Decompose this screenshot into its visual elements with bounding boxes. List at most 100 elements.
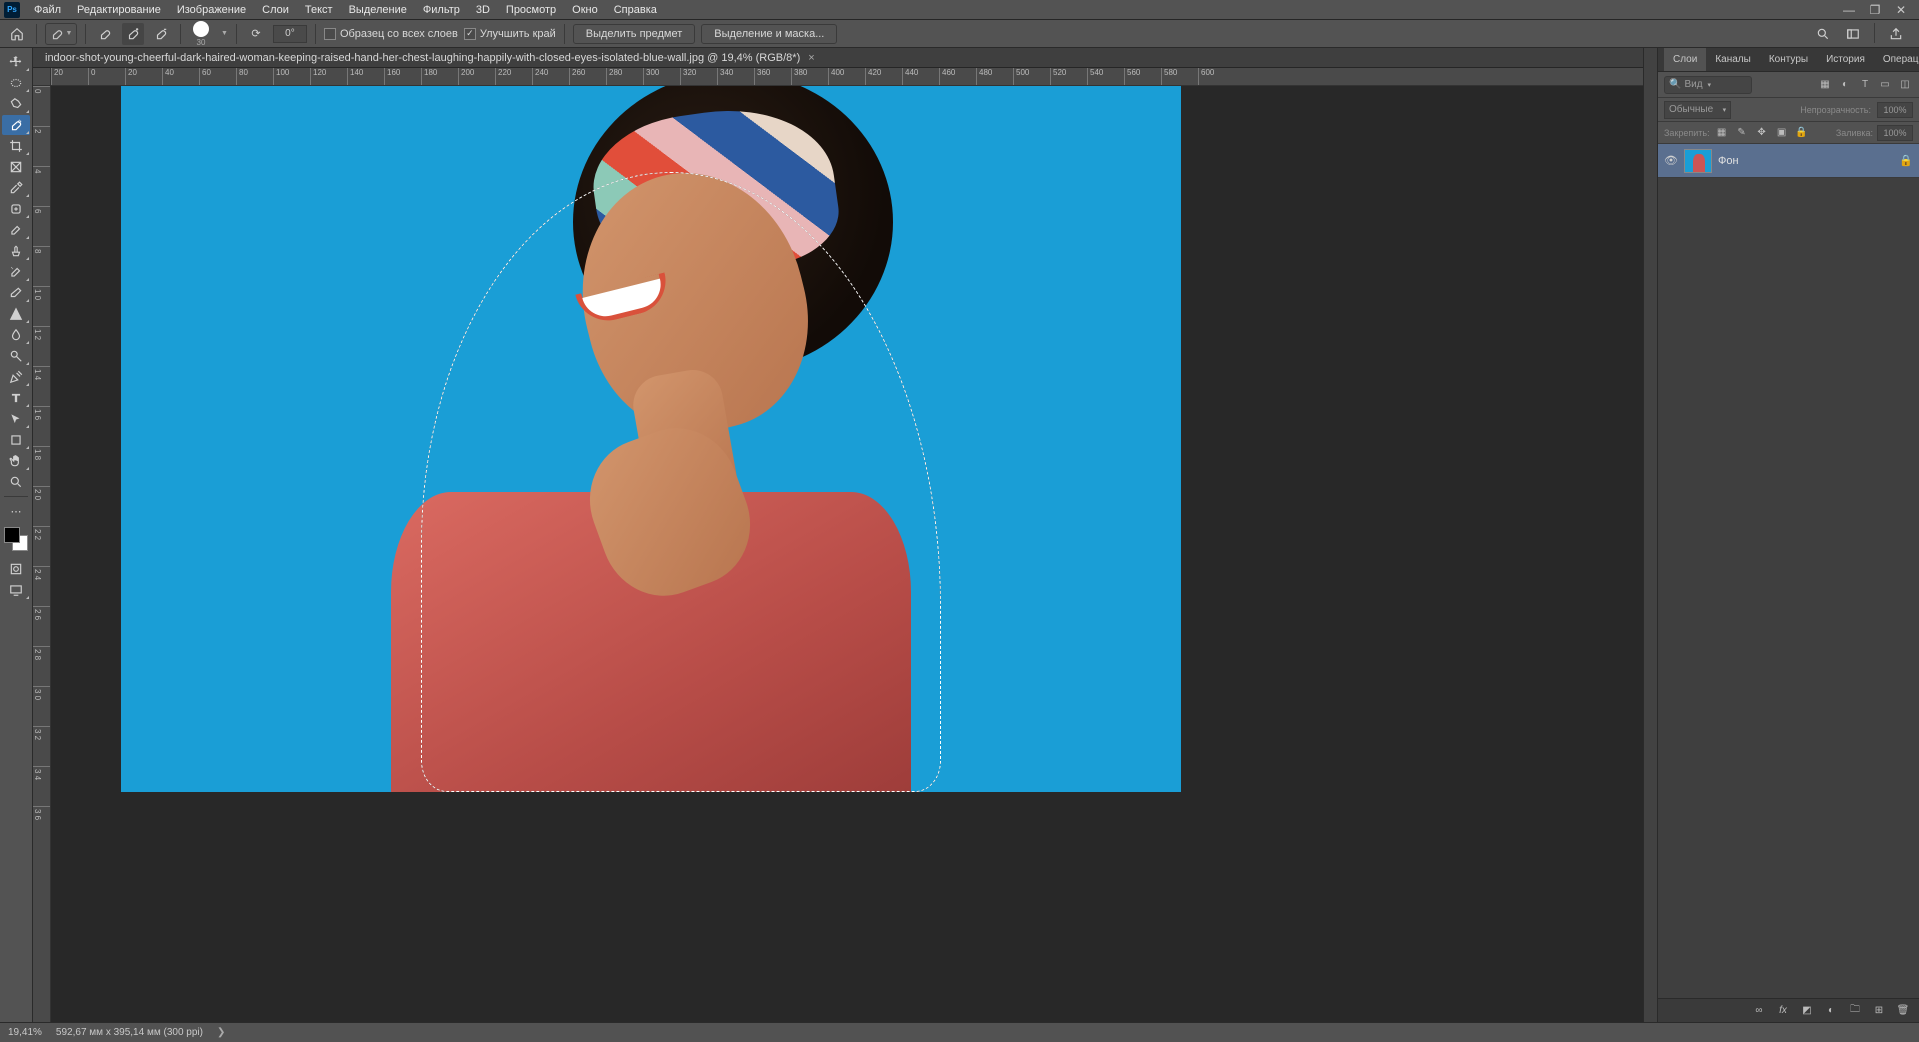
fill-field[interactable]: 100% [1877, 125, 1913, 141]
color-swatches[interactable] [4, 527, 28, 551]
menu-edit[interactable]: Редактирование [69, 0, 169, 20]
blur-tool[interactable] [2, 325, 30, 345]
lasso-tool[interactable] [2, 94, 30, 114]
close-tab-icon[interactable]: × [808, 52, 814, 64]
layer-thumbnail[interactable] [1684, 149, 1712, 173]
healing-brush-tool[interactable] [2, 199, 30, 219]
window-restore-icon[interactable]: ❐ [1869, 4, 1881, 16]
layer-filter-label: Вид [1684, 79, 1702, 90]
layer-lock-icon[interactable]: 🔒 [1899, 154, 1913, 167]
layer-visibility-icon[interactable]: 👁 [1664, 154, 1678, 167]
quick-mask-icon[interactable] [2, 559, 30, 579]
share-icon[interactable] [1885, 23, 1907, 45]
lock-transparency-icon[interactable]: ▦ [1714, 125, 1730, 141]
link-layers-icon[interactable]: ∞ [1751, 1003, 1767, 1019]
fill-label: Заливка: [1836, 128, 1873, 138]
workspace-switcher-icon[interactable] [1842, 23, 1864, 45]
eraser-tool[interactable] [2, 283, 30, 303]
blend-mode-select[interactable]: Обычные▾ [1664, 101, 1731, 119]
new-selection-icon[interactable] [94, 23, 116, 45]
status-menu-icon[interactable]: ❯ [217, 1027, 225, 1038]
search-icon[interactable] [1812, 23, 1834, 45]
brush-angle-field[interactable]: 0° [273, 25, 307, 43]
refine-edge-checkbox[interactable]: Улучшить край [464, 28, 556, 40]
hand-tool[interactable] [2, 451, 30, 471]
document-tab[interactable]: indoor-shot-young-cheerful-dark-haired-w… [39, 52, 821, 64]
ruler-horizontal[interactable]: 2002040608010012014016018020022024026028… [51, 68, 1657, 86]
edit-toolbar-icon[interactable]: ⋯ [2, 501, 30, 521]
lock-pixels-icon[interactable]: ✎ [1734, 125, 1750, 141]
layer-group-icon[interactable]: 🗀 [1847, 1003, 1863, 1019]
window-minimize-icon[interactable]: — [1843, 4, 1855, 16]
menu-file[interactable]: Файл [26, 0, 69, 20]
window-close-icon[interactable]: ✕ [1895, 4, 1907, 16]
ruler-vertical[interactable]: 024681 01 21 41 61 82 02 22 42 62 83 03 … [33, 86, 51, 1022]
type-tool[interactable] [2, 388, 30, 408]
sample-all-layers-checkbox[interactable]: Образец со всех слоев [324, 28, 458, 40]
menu-select[interactable]: Выделение [341, 0, 415, 20]
add-selection-icon[interactable] [122, 23, 144, 45]
menu-type[interactable]: Текст [297, 0, 341, 20]
marquee-tool[interactable] [2, 73, 30, 93]
menu-layers[interactable]: Слои [254, 0, 297, 20]
canvas-viewport[interactable] [51, 86, 1657, 1022]
brush-dropdown-icon[interactable]: ▼ [221, 30, 228, 37]
menu-filter[interactable]: Фильтр [415, 0, 468, 20]
layer-row[interactable]: 👁 Фон 🔒 [1658, 144, 1919, 178]
clone-stamp-tool[interactable] [2, 241, 30, 261]
subtract-selection-icon[interactable] [150, 23, 172, 45]
screen-mode-icon[interactable] [2, 580, 30, 600]
layer-fx-icon[interactable]: fx [1775, 1003, 1791, 1019]
doc-dimensions[interactable]: 592,67 мм x 395,14 мм (300 ppi) [56, 1027, 203, 1038]
filter-adjust-icon[interactable]: ◐ [1837, 77, 1853, 93]
delete-layer-icon[interactable]: 🗑 [1895, 1003, 1911, 1019]
frame-tool[interactable] [2, 157, 30, 177]
brush-tool[interactable] [2, 220, 30, 240]
layer-mask-icon[interactable]: ◩ [1799, 1003, 1815, 1019]
tab-layers[interactable]: Слои [1664, 48, 1706, 71]
dodge-tool[interactable] [2, 346, 30, 366]
crop-tool[interactable] [2, 136, 30, 156]
lock-all-icon[interactable]: 🔒 [1794, 125, 1810, 141]
tab-paths[interactable]: Контуры [1760, 48, 1817, 71]
filter-pixel-icon[interactable]: ▦ [1817, 77, 1833, 93]
brush-preset-picker[interactable]: 30 [193, 21, 209, 47]
lock-position-icon[interactable]: ✥ [1754, 125, 1770, 141]
home-icon[interactable] [6, 23, 28, 45]
move-tool[interactable] [2, 52, 30, 72]
tool-preset-picker[interactable]: ▼ [45, 23, 77, 45]
filter-smart-icon[interactable]: ◫ [1897, 77, 1913, 93]
shape-tool[interactable] [2, 430, 30, 450]
tab-channels[interactable]: Каналы [1706, 48, 1760, 71]
foreground-color-swatch[interactable] [4, 527, 20, 543]
menu-view[interactable]: Просмотр [498, 0, 564, 20]
canvas[interactable] [121, 86, 1181, 792]
opacity-field[interactable]: 100% [1877, 102, 1913, 118]
path-selection-tool[interactable] [2, 409, 30, 429]
zoom-tool[interactable] [2, 472, 30, 492]
history-brush-tool[interactable] [2, 262, 30, 282]
menu-window[interactable]: Окно [564, 0, 606, 20]
ruler-origin[interactable] [33, 68, 51, 86]
filter-shape-icon[interactable]: ▭ [1877, 77, 1893, 93]
lock-artboard-icon[interactable]: ▣ [1774, 125, 1790, 141]
tab-actions[interactable]: Операции [1874, 48, 1919, 71]
pen-tool[interactable] [2, 367, 30, 387]
quick-selection-tool[interactable] [2, 115, 30, 135]
zoom-level[interactable]: 19,41% [8, 1027, 42, 1038]
select-subject-button[interactable]: Выделить предмет [573, 24, 696, 44]
menu-help[interactable]: Справка [606, 0, 665, 20]
new-layer-icon[interactable]: ⊞ [1871, 1003, 1887, 1019]
gradient-tool[interactable] [2, 304, 30, 324]
layer-filter-type[interactable]: 🔍 Вид ▾ [1664, 76, 1752, 94]
adjustment-layer-icon[interactable]: ◐ [1823, 1003, 1839, 1019]
tab-history[interactable]: История [1817, 48, 1874, 71]
panel-collapse-strip[interactable] [1643, 48, 1657, 1022]
select-and-mask-button[interactable]: Выделение и маска... [701, 24, 837, 44]
menu-image[interactable]: Изображение [169, 0, 254, 20]
panel-tab-row: Слои Каналы Контуры История Операции ≡ [1658, 48, 1919, 72]
menu-3d[interactable]: 3D [468, 0, 498, 20]
eyedropper-tool[interactable] [2, 178, 30, 198]
filter-type-icon[interactable]: T [1857, 77, 1873, 93]
layer-name[interactable]: Фон [1718, 155, 1739, 167]
